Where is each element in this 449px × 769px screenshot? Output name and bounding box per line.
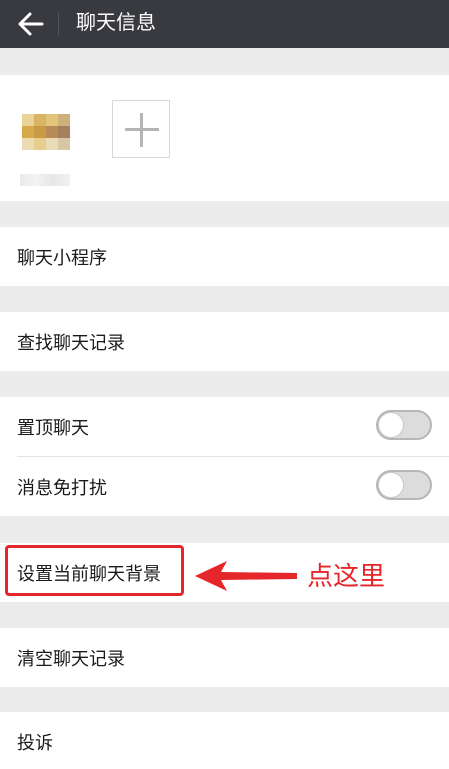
pin-chat-toggle[interactable] <box>376 410 432 440</box>
report-label: 投诉 <box>17 733 53 754</box>
report-row[interactable]: 投诉 <box>0 712 449 769</box>
mini-programs-row[interactable]: 聊天小程序 <box>0 227 449 286</box>
avatar[interactable] <box>22 114 70 150</box>
search-history-label: 查找聊天记录 <box>17 333 125 354</box>
search-history-row[interactable]: 查找聊天记录 <box>0 312 449 371</box>
mini-programs-label: 聊天小程序 <box>17 248 107 269</box>
chat-settings-group: 置顶聊天 消息免打扰 <box>0 397 449 516</box>
add-member-button[interactable] <box>112 100 170 158</box>
top-bar: 聊天信息 <box>0 0 449 48</box>
highlight-box <box>5 545 184 596</box>
pin-chat-label: 置顶聊天 <box>17 418 89 439</box>
clear-history-label: 清空聊天记录 <box>17 649 125 670</box>
mute-label: 消息免打扰 <box>17 478 107 499</box>
arrow-left-icon[interactable] <box>12 6 48 42</box>
page-title: 聊天信息 <box>76 10 156 34</box>
header-divider <box>58 12 59 36</box>
member-name <box>20 174 70 186</box>
arrow-icon <box>195 561 297 591</box>
row-separator <box>17 456 449 457</box>
annotation-text: 点这里 <box>307 562 386 592</box>
mute-toggle[interactable] <box>376 470 432 500</box>
clear-history-row[interactable]: 清空聊天记录 <box>0 628 449 687</box>
